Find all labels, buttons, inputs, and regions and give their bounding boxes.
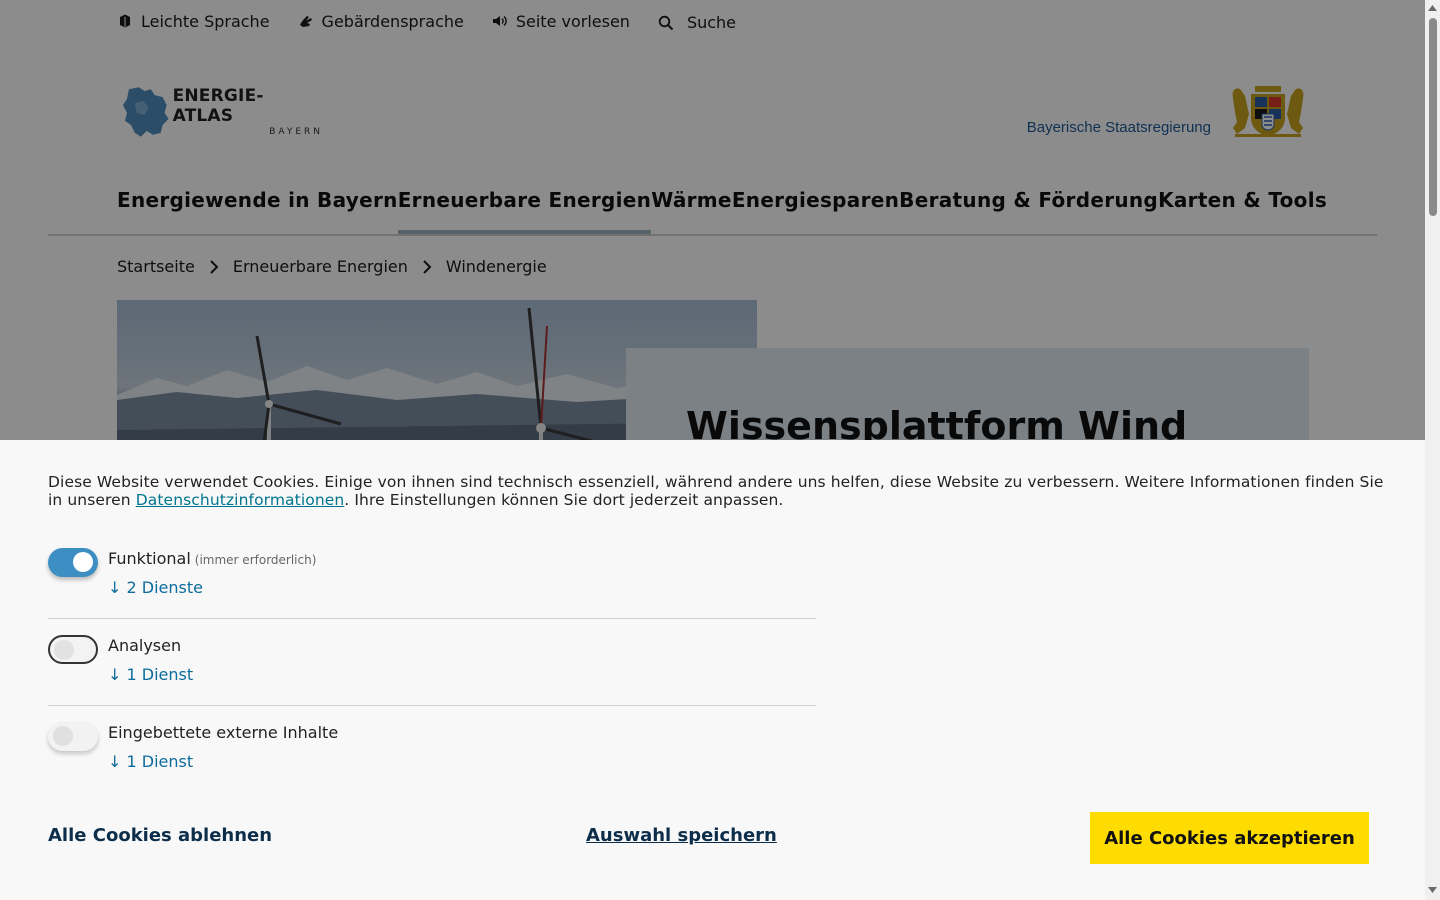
cookie-consent-banner: Diese Website verwendet Cookies. Einige … [0, 440, 1425, 900]
cookie-category-analytics: Analysen ↓ 1 Dienst [48, 633, 816, 706]
functional-services-link[interactable]: ↓ 2 Dienste [108, 578, 203, 597]
cookie-category-functional: Funktional (immer erforderlich) ↓ 2 Diens… [48, 546, 816, 619]
analytics-services-link[interactable]: ↓ 1 Dienst [108, 665, 193, 684]
cookie-category-embedded: Eingebettete externe Inhalte ↓ 1 Dienst [48, 720, 816, 780]
analytics-toggle[interactable] [48, 635, 98, 664]
cookie-text-end: . Ihre Einstellungen können Sie dort jed… [344, 491, 784, 509]
save-selection-button[interactable]: Auswahl speichern [586, 825, 777, 846]
toggle-knob [54, 640, 74, 660]
functional-note: (immer erforderlich) [194, 553, 317, 567]
embedded-title: Eingebettete externe Inhalte [108, 723, 339, 742]
reject-all-button[interactable]: Alle Cookies ablehnen [48, 825, 272, 846]
cookie-description: Diese Website verwendet Cookies. Einige … [48, 473, 1388, 509]
embedded-services-link[interactable]: ↓ 1 Dienst [108, 752, 193, 771]
vertical-scrollbar[interactable] [1425, 0, 1440, 900]
privacy-policy-link[interactable]: Datenschutzinformationen [136, 491, 345, 509]
functional-toggle[interactable] [48, 548, 98, 577]
scrollbar-thumb[interactable] [1429, 18, 1437, 216]
scroll-up-icon[interactable] [1428, 4, 1437, 12]
toggle-knob [53, 726, 73, 746]
scroll-down-icon[interactable] [1428, 886, 1437, 894]
functional-title: Funktional [108, 549, 191, 568]
toggle-knob [73, 552, 93, 572]
accept-all-button[interactable]: Alle Cookies akzeptieren [1090, 812, 1369, 864]
embedded-content-toggle[interactable] [48, 722, 98, 751]
analytics-title: Analysen [108, 636, 182, 655]
